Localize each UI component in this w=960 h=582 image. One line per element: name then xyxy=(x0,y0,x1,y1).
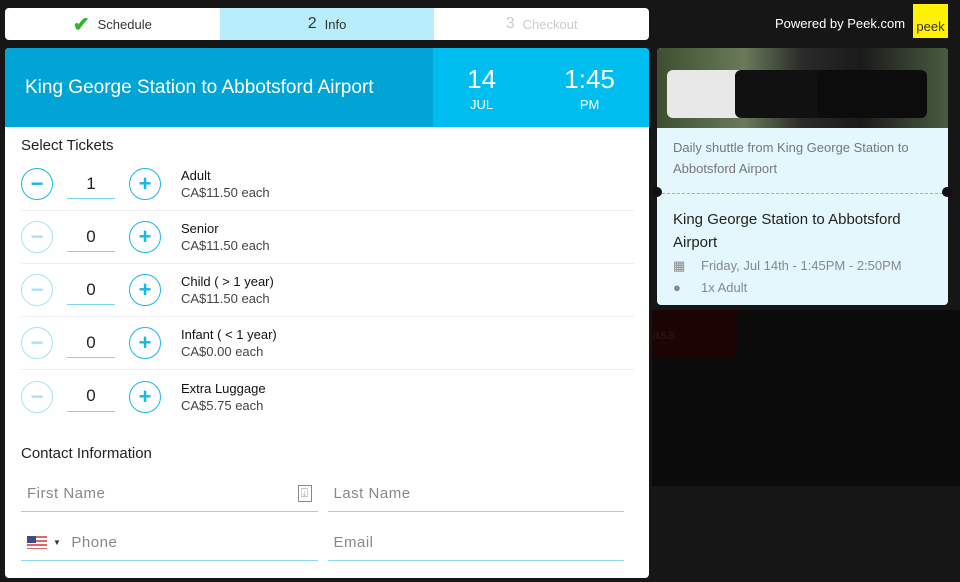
powered-by-link[interactable]: Powered by Peek.com xyxy=(775,16,905,31)
ticket-name: Adult xyxy=(181,168,211,183)
quantity-input[interactable] xyxy=(67,328,115,358)
email-input[interactable] xyxy=(333,534,618,551)
calendar-icon: ▦ xyxy=(673,257,686,273)
select-tickets-heading: Select Tickets xyxy=(21,137,114,154)
ticket-notch-left xyxy=(652,187,662,197)
increment-button[interactable]: + xyxy=(129,168,161,200)
ticket-name: Senior xyxy=(181,221,219,236)
decrement-button[interactable]: − xyxy=(21,327,53,359)
person-icon: ● xyxy=(673,280,681,295)
increment-button[interactable]: + xyxy=(129,327,161,359)
increment-button[interactable]: + xyxy=(129,221,161,253)
caret-down-icon[interactable]: ▼ xyxy=(53,538,61,547)
quantity-input[interactable] xyxy=(67,169,115,199)
email-field[interactable] xyxy=(327,525,624,561)
contact-card-icon[interactable]: ⍗ xyxy=(297,485,312,502)
decrement-button[interactable]: − xyxy=(21,221,53,253)
ticket-price: CA$0.00 each xyxy=(181,344,264,359)
phone-field[interactable]: ▼ xyxy=(21,525,318,561)
decrement-button[interactable]: − xyxy=(21,168,53,200)
step-checkout: 3 Checkout xyxy=(505,15,578,32)
activity-date: 14 JUL xyxy=(467,63,497,112)
activity-time: 1:45 PM xyxy=(564,63,615,112)
activity-description: Daily shuttle from King George Station t… xyxy=(673,140,909,176)
quantity-input[interactable] xyxy=(67,275,115,305)
booking-summary: Daily shuttle from King George Station t… xyxy=(657,48,948,305)
decrement-button[interactable]: − xyxy=(21,380,53,413)
background-sign: ass xyxy=(652,310,738,358)
ticket-row: − + Child ( > 1 year) CA$11.50 each xyxy=(21,264,634,317)
ticket-row: − + Extra LuggageCA$5.75 each xyxy=(21,370,634,423)
ticket-price: CA$11.50 each xyxy=(181,291,270,306)
shuttle-photo xyxy=(657,48,948,128)
progress-steps: ✔ Schedule 2 Info 3 Checkout xyxy=(5,8,649,40)
ticket-price: CA$11.50 each xyxy=(181,185,270,200)
peek-logo[interactable]: peek xyxy=(913,4,948,38)
ticket-name: Infant ( < 1 year) xyxy=(181,327,277,342)
increment-button[interactable]: + xyxy=(129,274,161,306)
contact-heading: Contact Information xyxy=(21,445,152,462)
last-name-input[interactable] xyxy=(333,485,618,502)
quantity-input[interactable] xyxy=(67,381,115,412)
increment-button[interactable]: + xyxy=(129,380,161,413)
ticket-row: − + Infant ( < 1 year) CA$0.00 each xyxy=(21,317,634,370)
quantity-input[interactable] xyxy=(67,222,115,252)
ticket-price: CA$5.75 each xyxy=(181,397,264,413)
summary-datetime: Friday, Jul 14th - 1:45PM - 2:50PM xyxy=(701,258,902,273)
step-schedule[interactable]: ✔ Schedule xyxy=(5,8,220,40)
first-name-field[interactable]: ⍗ xyxy=(21,476,318,512)
ticket-notch-right xyxy=(942,187,952,197)
first-name-input[interactable] xyxy=(27,485,298,502)
us-flag-icon[interactable] xyxy=(27,536,47,549)
ticket-price: CA$11.50 each xyxy=(181,238,270,253)
summary-route: King George Station to Abbotsford Airpor… xyxy=(673,211,901,251)
step-info[interactable]: 2 Info xyxy=(219,8,435,40)
activity-header: King George Station to Abbotsford Airpor… xyxy=(5,48,649,127)
check-icon: ✔ xyxy=(72,13,90,36)
ticket-row: − + Senior CA$11.50 each xyxy=(21,211,634,264)
booking-form: King George Station to Abbotsford Airpor… xyxy=(5,48,649,578)
decrement-button[interactable]: − xyxy=(21,274,53,306)
ticket-name: Extra Luggage xyxy=(181,380,266,396)
activity-title: King George Station to Abbotsford Airpor… xyxy=(5,48,433,127)
last-name-field[interactable] xyxy=(327,476,624,512)
ticket-name: Child ( > 1 year) xyxy=(181,274,274,289)
summary-guests: 1x Adult xyxy=(701,280,748,295)
ticket-row: − + Adult CA$11.50 each xyxy=(21,158,634,211)
phone-input[interactable] xyxy=(71,534,312,551)
